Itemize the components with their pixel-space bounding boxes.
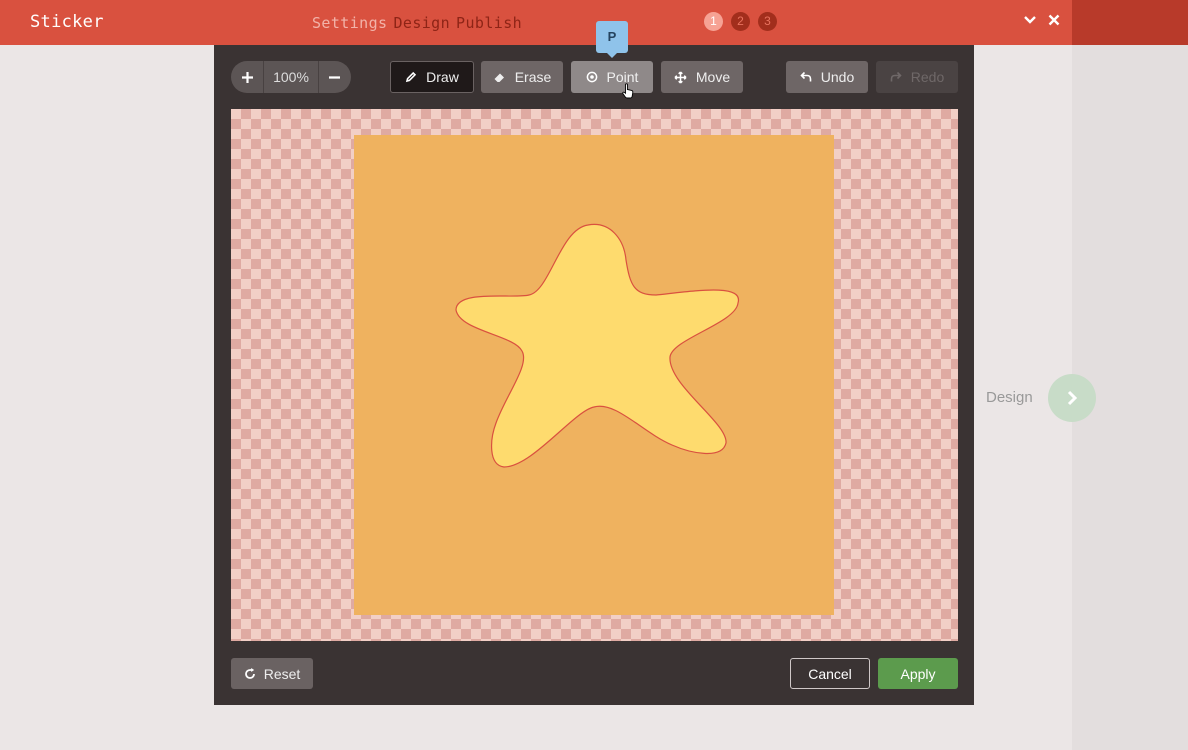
cancel-button[interactable]: Cancel <box>790 658 870 689</box>
step-dot-3[interactable]: 3 <box>758 12 777 31</box>
point-shortcut-tooltip: P <box>596 21 628 58</box>
app-title: Sticker <box>30 12 104 32</box>
top-bar: Sticker Settings Design Publish 1 2 3 <box>0 0 1072 45</box>
point-tool-button[interactable]: Point <box>571 61 653 93</box>
undo-label: Undo <box>820 69 855 85</box>
step-dot-1[interactable]: 1 <box>704 12 723 31</box>
refresh-icon <box>244 667 255 679</box>
draw-tool-label: Draw <box>426 69 459 85</box>
hand-cursor-icon <box>622 83 634 99</box>
next-step-label: Design <box>986 389 1033 406</box>
move-tool-button[interactable]: Move <box>661 61 743 93</box>
chevron-right-icon <box>1067 390 1078 406</box>
reset-label: Reset <box>263 665 301 682</box>
zoom-level: 100% <box>263 61 319 93</box>
nav-step-publish[interactable]: Publish <box>456 14 522 32</box>
minus-icon <box>329 75 341 79</box>
nav-step-settings[interactable]: Settings <box>312 14 387 32</box>
target-icon <box>586 71 597 83</box>
draw-tool-button[interactable]: Draw <box>390 61 474 93</box>
steps-nav: Settings Design Publish <box>312 14 528 32</box>
nav-step-design[interactable]: Design <box>393 14 450 32</box>
sticker-artboard[interactable] <box>354 135 834 615</box>
redo-icon <box>890 71 902 82</box>
redo-label: Redo <box>910 69 945 85</box>
close-icon[interactable] <box>1047 12 1061 32</box>
right-panel <box>1072 0 1188 750</box>
undo-icon <box>800 71 812 82</box>
reset-button[interactable]: Reset <box>231 658 313 689</box>
next-step-button[interactable] <box>1048 374 1096 422</box>
pencil-icon <box>406 71 417 83</box>
step-dot-2[interactable]: 2 <box>731 12 750 31</box>
zoom-control: 100% <box>231 61 351 93</box>
erase-tool-label: Erase <box>514 69 552 85</box>
sticker-editor-modal: 100% Draw Erase Point Move P Undo Redo R… <box>214 21 974 705</box>
top-bar-right <box>1072 0 1188 45</box>
plus-icon <box>241 71 253 83</box>
transparency-canvas[interactable] <box>231 109 958 641</box>
apply-button[interactable]: Apply <box>878 658 958 689</box>
undo-button[interactable]: Undo <box>786 61 868 93</box>
zoom-out-button[interactable] <box>319 61 351 93</box>
erase-tool-button[interactable]: Erase <box>481 61 563 93</box>
star-shape[interactable] <box>354 135 834 615</box>
eraser-icon <box>494 73 504 82</box>
zoom-in-button[interactable] <box>231 61 263 93</box>
move-tool-label: Move <box>695 69 731 85</box>
step-indicator: 1 2 3 <box>704 12 777 31</box>
redo-button[interactable]: Redo <box>876 61 958 93</box>
chevron-down-icon[interactable] <box>1023 12 1037 32</box>
move-icon <box>674 70 687 84</box>
